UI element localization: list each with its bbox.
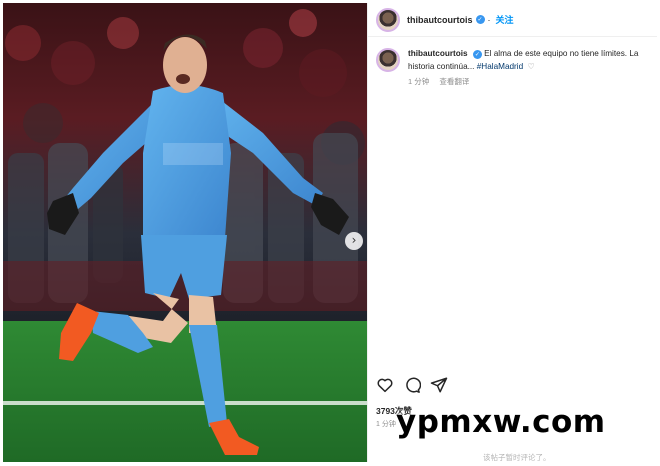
caption-username[interactable]: thibautcourtois: [408, 49, 468, 58]
heart-outline-icon[interactable]: ♡: [527, 62, 534, 71]
like-heart-icon[interactable]: [376, 376, 394, 394]
avatar[interactable]: [376, 7, 400, 32]
post-photo[interactable]: ›: [3, 3, 367, 462]
post-header: thibautcourtois ✓ · 关注: [368, 3, 657, 37]
follow-button[interactable]: 关注: [496, 13, 514, 26]
header-username[interactable]: thibautcourtois: [407, 15, 473, 25]
comment-bubble-icon[interactable]: [403, 376, 421, 394]
post-time: 1 分钟: [376, 421, 396, 428]
verified-badge-icon: ✓: [475, 15, 485, 24]
caption: thibautcourtois ✓ El alma de este equipo…: [368, 37, 657, 89]
goalkeeper-celebration-image: [3, 3, 367, 462]
separator-dot: ·: [487, 14, 491, 25]
caption-time: 1 分钟: [408, 77, 430, 86]
caption-meta: 1 分钟 查看翻译: [408, 76, 646, 89]
comments-note: 该帖子暂时评论了。: [483, 453, 551, 462]
post-sidebar: thibautcourtois ✓ · 关注 thibautcourtois ✓…: [367, 3, 657, 462]
carousel-next-button[interactable]: ›: [345, 232, 363, 250]
site-watermark: ypmxw.com: [396, 404, 606, 440]
post-window: › thibautcourtois ✓ · 关注 thibautcourtois…: [0, 0, 660, 466]
share-paper-plane-icon[interactable]: [430, 376, 448, 394]
action-bar: [376, 376, 448, 394]
translate-link[interactable]: 查看翻译: [439, 77, 469, 86]
verified-badge-icon: ✓: [472, 50, 482, 59]
hashtag-link[interactable]: #HalaMadrid: [477, 62, 523, 71]
chevron-right-icon: ›: [351, 233, 357, 247]
caption-avatar[interactable]: [376, 48, 400, 72]
